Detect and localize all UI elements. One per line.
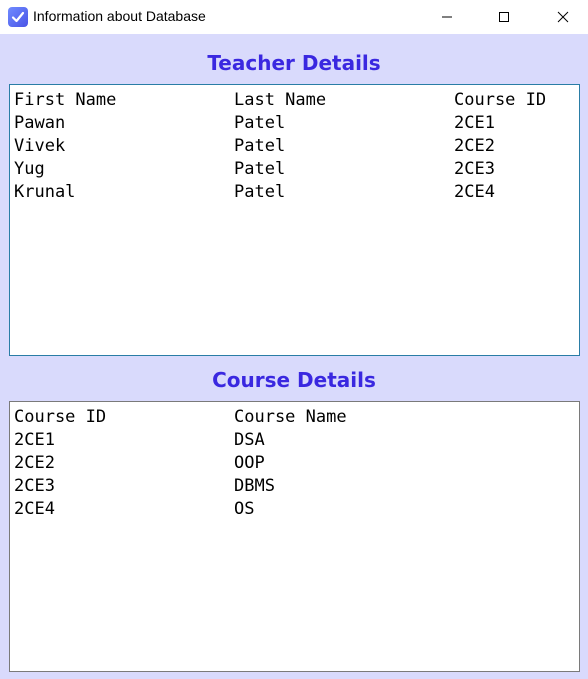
list-item[interactable]: Pawan Patel 2CE1 <box>14 112 574 135</box>
course-name-cell: OS <box>234 499 255 519</box>
column-header-course-id: Course ID <box>454 90 547 110</box>
course-name-cell: DSA <box>234 430 265 450</box>
minimize-button[interactable] <box>424 0 470 34</box>
list-item[interactable]: 2CE2 OOP <box>14 452 574 475</box>
course-id-cell: 2CE4 <box>14 499 55 519</box>
column-header-course-name: Course Name <box>234 407 347 427</box>
column-header-first-name: First Name <box>14 90 117 110</box>
minimize-icon <box>442 16 452 18</box>
course-id-cell: 2CE1 <box>454 113 495 133</box>
window-client-area: Teacher Details First Name Last Name Cou… <box>0 34 588 679</box>
list-item[interactable]: 2CE4 OS <box>14 498 574 521</box>
first-name-cell: Vivek <box>14 136 66 156</box>
last-name-cell: Patel <box>234 159 286 179</box>
first-name-cell: Yug <box>14 159 45 179</box>
course-id-cell: 2CE4 <box>454 182 495 202</box>
course-name-cell: OOP <box>234 453 265 473</box>
list-item[interactable]: Krunal Patel 2CE4 <box>14 181 574 204</box>
first-name-cell: Krunal <box>14 182 76 202</box>
course-id-cell: 2CE3 <box>454 159 495 179</box>
first-name-cell: Pawan <box>14 113 66 133</box>
close-button[interactable] <box>540 0 586 34</box>
list-item[interactable]: 2CE1 DSA <box>14 429 574 452</box>
list-item[interactable]: Yug Patel 2CE3 <box>14 158 574 181</box>
maximize-button[interactable] <box>481 0 527 34</box>
last-name-cell: Patel <box>234 136 286 156</box>
checkbox-icon <box>8 7 28 27</box>
course-list-box[interactable]: Course ID Course Name 2CE1 DSA 2CE2 OOP … <box>9 401 580 672</box>
column-header-course-id: Course ID <box>14 407 107 427</box>
course-name-cell: DBMS <box>234 476 275 496</box>
course-header-row: Course ID Course Name <box>14 406 574 429</box>
window-title: Information about Database <box>33 8 206 24</box>
maximize-icon <box>499 12 509 22</box>
column-header-last-name: Last Name <box>234 90 327 110</box>
teacher-details-heading: Teacher Details <box>207 51 381 75</box>
teacher-list-box[interactable]: First Name Last Name Course ID Pawan Pat… <box>9 84 580 356</box>
course-details-heading: Course Details <box>212 368 376 392</box>
list-item[interactable]: Vivek Patel 2CE2 <box>14 135 574 158</box>
course-id-cell: 2CE3 <box>14 476 55 496</box>
teacher-header-row: First Name Last Name Course ID <box>14 89 574 112</box>
last-name-cell: Patel <box>234 182 286 202</box>
last-name-cell: Patel <box>234 113 286 133</box>
course-id-cell: 2CE2 <box>14 453 55 473</box>
title-bar[interactable]: Information about Database <box>0 0 588 34</box>
list-item[interactable]: 2CE3 DBMS <box>14 475 574 498</box>
course-id-cell: 2CE1 <box>14 430 55 450</box>
course-id-cell: 2CE2 <box>454 136 495 156</box>
close-icon <box>557 11 569 23</box>
